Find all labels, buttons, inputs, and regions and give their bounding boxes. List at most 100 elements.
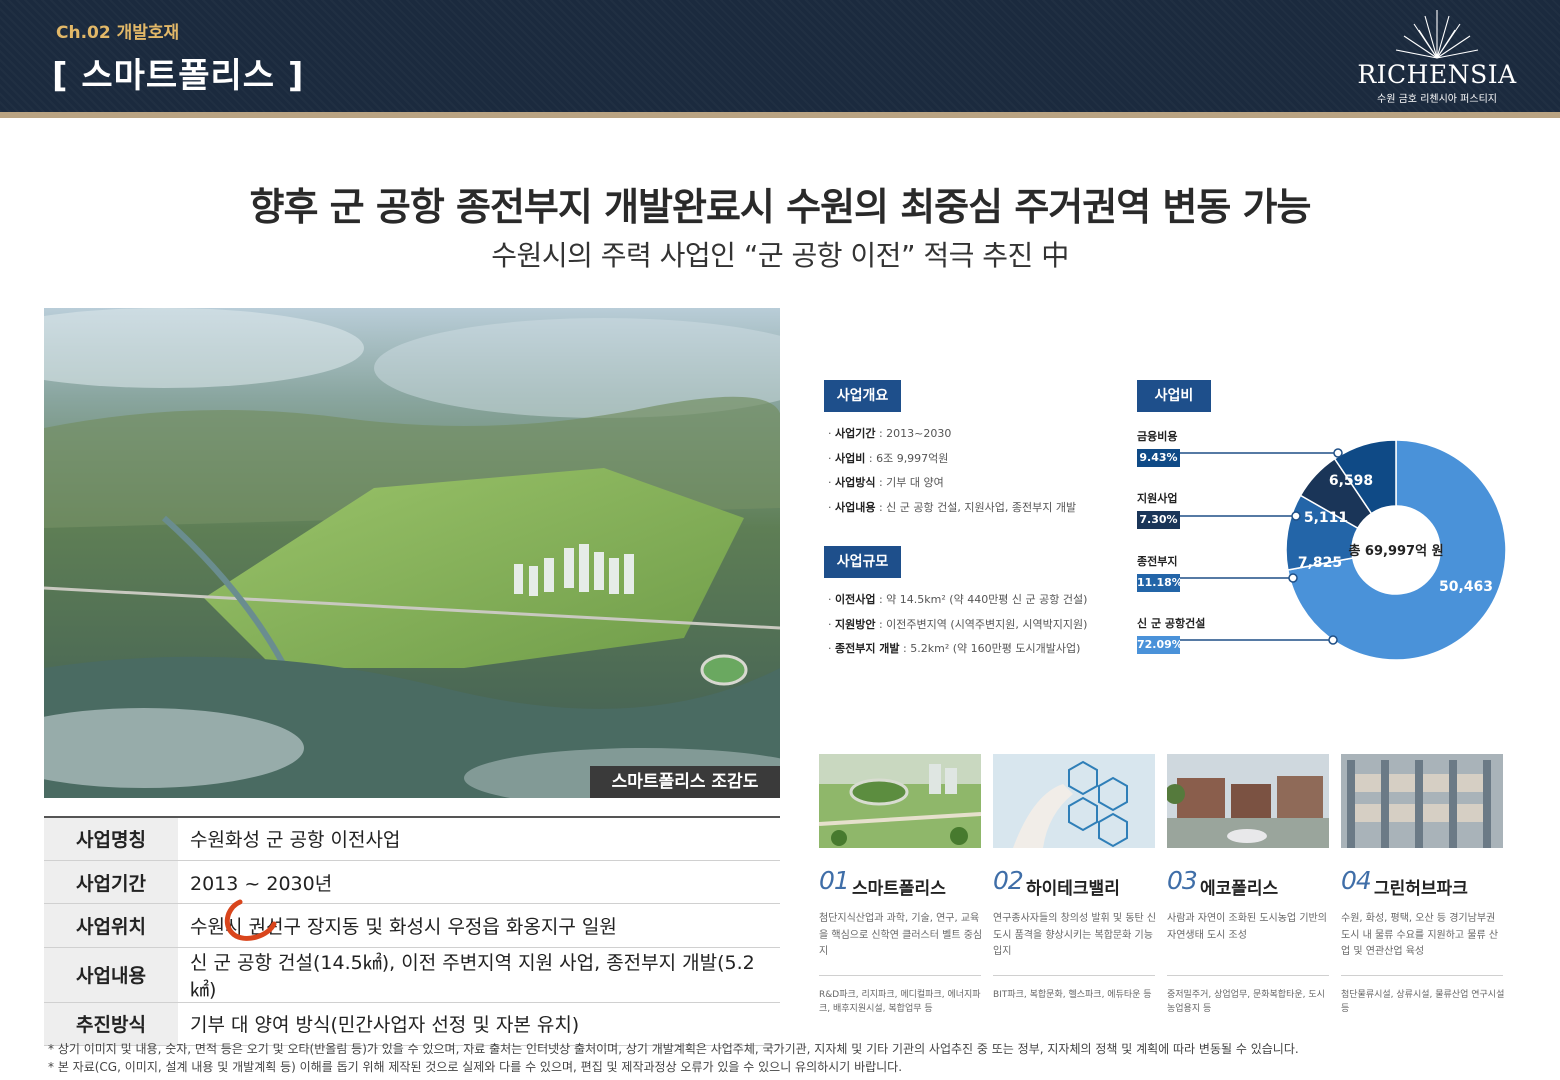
card-number: 01: [819, 866, 850, 895]
card-divider: [993, 975, 1155, 976]
row-value: 수원화성 군 공항 이전사업: [178, 817, 780, 861]
item-key: 사업비: [835, 451, 866, 465]
table-row: 사업명칭 수원화성 군 공항 이전사업: [44, 817, 780, 861]
list-item: · 종전부지 개발 : 5.2km² (약 160만평 도시개발사업): [828, 642, 1081, 655]
donut-value-label: 50,463: [1439, 579, 1493, 595]
list-item: · 이전사업 : 약 14.5km² (약 440만평 신 군 공항 건설): [828, 593, 1088, 606]
row-key: 사업명칭: [44, 817, 178, 861]
item-value: : 5.2km² (약 160만평 도시개발사업): [899, 642, 1081, 655]
list-item: · 사업비 : 6조 9,997억원: [828, 451, 949, 465]
item-value: : 약 14.5km² (약 440만평 신 군 공항 건설): [875, 593, 1088, 606]
card-title: 스마트폴리스: [852, 879, 946, 899]
row-value: 신 군 공항 건설(14.5㎢), 이전 주변지역 지원 사업, 종전부지 개발…: [178, 947, 780, 1003]
table-row: 사업내용 신 군 공항 건설(14.5㎢), 이전 주변지역 지원 사업, 종전…: [44, 947, 780, 1003]
card-number: 02: [993, 866, 1024, 895]
card-description: 수원, 화성, 평택, 오산 등 경기남부권 도시 내 물류 수요를 지원하고 …: [1341, 913, 1499, 957]
card-title: 그린허브파크: [1374, 879, 1468, 899]
item-key: 사업기간: [835, 427, 876, 440]
table-row: 사업기간 2013 ~ 2030년: [44, 860, 780, 905]
card-image-greenhub: [1341, 754, 1503, 848]
donut-segment: [1333, 439, 1397, 515]
item-value: : 기부 대 양여: [875, 476, 944, 489]
card-image-hightech: [993, 754, 1155, 848]
logo-subtitle: 수원 금호 리첸시아 퍼스티지: [1377, 94, 1497, 105]
aerial-rendering-image: 스마트폴리스 조감도: [44, 308, 780, 798]
cost-pct-badge: 9.43%: [1137, 449, 1180, 467]
cost-pct-badge: 72.09%: [1137, 636, 1183, 654]
item-value: : 2013~2030: [875, 427, 952, 440]
item-key: 이전사업: [835, 593, 876, 606]
subheadline: 수원시의 주력 사업인 “군 공항 이전” 적극 추진 中: [491, 239, 1069, 272]
donut-value-label: 6,598: [1329, 473, 1373, 489]
sunburst-icon: [1395, 10, 1479, 59]
cost-label: 사업비: [1137, 380, 1211, 412]
item-key: 지원방안: [835, 617, 876, 631]
card-description: 사람과 자연이 조화된 도시농업 기반의 자연생태 도시 조성: [1167, 913, 1327, 941]
item-value: : 이전주변지역 (시역주변지원, 시역박지지원): [875, 617, 1088, 631]
card-image-smartpolis: [819, 754, 981, 848]
headline: 향후 군 공항 종전부지 개발완료시 수원의 최중심 주거권역 변동 가능: [249, 185, 1312, 229]
disclaimer-line: * 상기 이미지 및 내용, 숫자, 면적 등은 오기 및 오타(반올림 등)가…: [48, 1042, 1299, 1056]
card-facilities: 첨단물류시설, 상류시설, 물류산업 연구시설 등: [1341, 990, 1505, 1014]
overview-label: 사업개요: [824, 380, 901, 412]
item-key: 사업내용: [835, 500, 876, 514]
donut-total-label: 총 69,997억 원: [1348, 543, 1443, 559]
cost-name: 신 군 공항건설: [1137, 617, 1206, 630]
card-divider: [819, 975, 981, 976]
section-title: [ 스마트폴리스 ]: [52, 56, 305, 96]
handdrawn-circle-mark: [224, 899, 277, 941]
card-facilities: 중저밀주거, 상업업무, 문화복합타운, 도시농업용지 등: [1167, 990, 1325, 1014]
logo-wordmark: RICHENSIA: [1357, 60, 1517, 89]
card-facilities: BIT파크, 복합문화, 헬스파크, 에듀타운 등: [993, 990, 1152, 1000]
item-key: 사업방식: [835, 476, 876, 489]
donut-value-label: 7,825: [1298, 555, 1342, 571]
disclaimer-notes: * 상기 이미지 및 내용, 숫자, 면적 등은 오기 및 오타(반올림 등)가…: [48, 1040, 1299, 1076]
cost-name: 지원사업: [1137, 492, 1178, 505]
scale-list: · 이전사업 : 약 14.5km² (약 440만평 신 군 공항 건설) ·…: [828, 588, 1087, 662]
donut-segment: [1299, 457, 1373, 530]
page-header: Ch.02 개발호재 [ 스마트폴리스 ] RICHENSIA 수원 금호 리첸…: [0, 0, 1560, 112]
overview-list: · 사업기간 : 2013~2030 · 사업비 : 6조 9,997억원 · …: [828, 422, 1076, 520]
card-image-ecopolis: [1167, 754, 1329, 848]
cost-item-support: 지원사업 7.30%: [1137, 490, 1180, 529]
donut-segments: [1285, 439, 1507, 661]
leader-dot: [1288, 573, 1298, 583]
aerial-caption: 스마트폴리스 조감도: [590, 766, 780, 798]
list-item: · 지원방안 : 이전주변지역 (시역주변지원, 시역박지지원): [828, 617, 1088, 631]
card-divider: [1167, 975, 1329, 976]
item-key: 종전부지 개발: [835, 642, 900, 655]
disclaimer-line: * 본 자료(CG, 이미지, 설계 내용 및 개발계획 등) 이해를 돕기 위…: [48, 1060, 903, 1074]
cost-item-former-site: 종전부지 11.18%: [1137, 553, 1183, 592]
brand-logo: RICHENSIA 수원 금호 리첸시아 퍼스티지: [1352, 8, 1522, 108]
card-number: 03: [1167, 866, 1198, 895]
list-item: · 사업방식 : 기부 대 양여: [828, 476, 944, 489]
donut-segment: [1285, 494, 1359, 571]
row-key: 사업기간: [44, 860, 178, 905]
cost-name: 종전부지: [1137, 555, 1178, 568]
donut-segment: [1286, 439, 1507, 661]
cost-item-new-airport: 신 군 공항건설 72.09%: [1137, 615, 1205, 654]
cost-item-finance: 금융비용 9.43%: [1137, 428, 1180, 467]
row-key: 사업내용: [44, 947, 178, 1003]
card-number: 04: [1341, 866, 1372, 895]
list-item: · 사업기간 : 2013~2030: [828, 427, 952, 440]
cost-pct-badge: 11.18%: [1137, 574, 1183, 592]
cost-pct-badge: 7.30%: [1137, 511, 1180, 529]
list-item: · 사업내용 : 신 군 공항 건설, 지원사업, 종전부지 개발: [828, 500, 1077, 514]
leader-dot: [1291, 511, 1301, 521]
card-divider: [1341, 975, 1503, 976]
card-description: 첨단지식산업과 과학, 기술, 연구, 교육을 핵심으로 신학연 클러스터 벨트…: [819, 913, 983, 957]
item-value: : 6조 9,997억원: [865, 451, 949, 465]
project-info-table: 사업명칭 수원화성 군 공항 이전사업 사업기간 2013 ~ 2030년 사업…: [44, 816, 780, 1047]
row-key: 사업위치: [44, 903, 178, 948]
donut-value-label: 5,111: [1304, 510, 1348, 526]
item-value: : 신 군 공항 건설, 지원사업, 종전부지 개발: [875, 500, 1077, 514]
card-title: 하이테크밸리: [1026, 879, 1120, 899]
leader-dot: [1333, 448, 1343, 458]
card-facilities: R&D파크, 리지파크, 메디컬파크, 에너지파크, 배후지원시설, 복합업무 …: [819, 990, 981, 1014]
leader-dot: [1328, 635, 1338, 645]
cost-name: 금융비용: [1137, 430, 1178, 443]
header-divider: [0, 112, 1560, 118]
scale-label: 사업규모: [824, 546, 901, 578]
card-title: 에코폴리스: [1200, 879, 1279, 899]
